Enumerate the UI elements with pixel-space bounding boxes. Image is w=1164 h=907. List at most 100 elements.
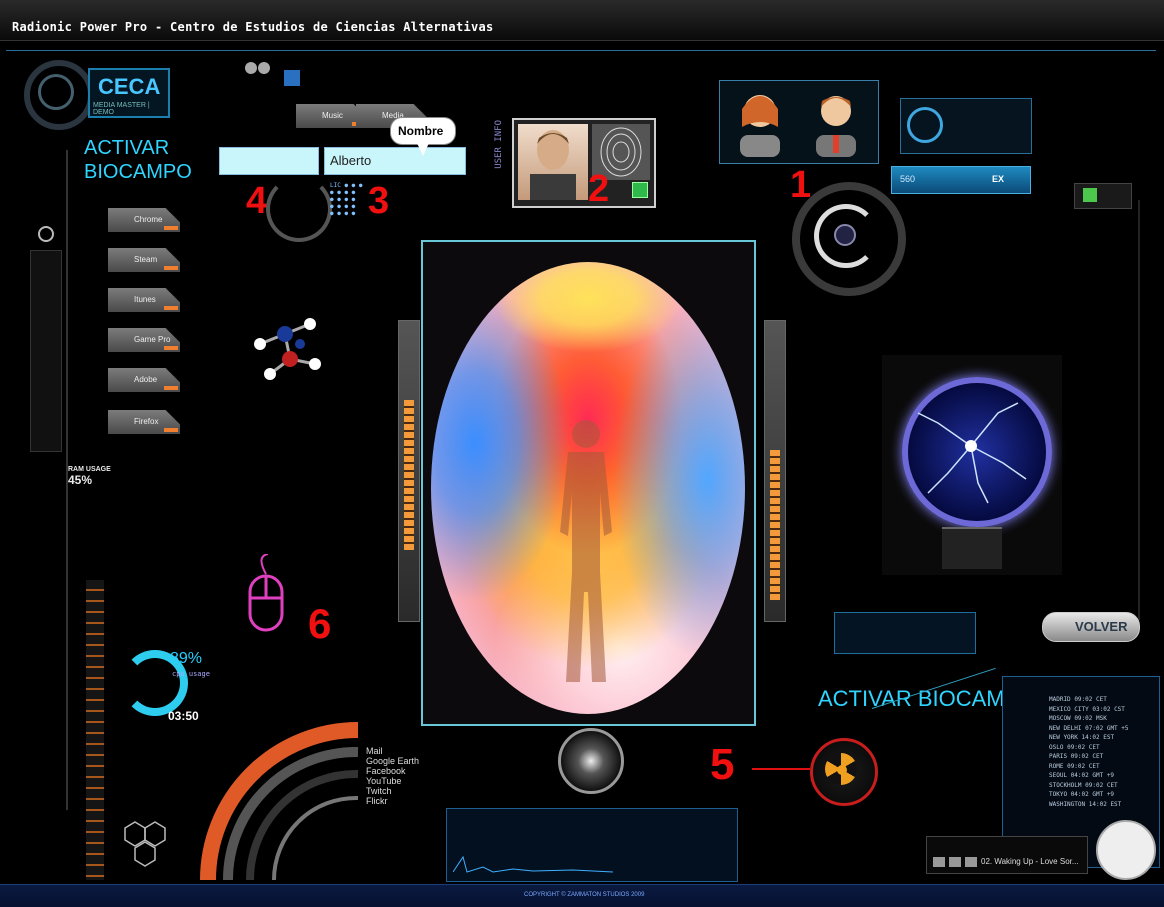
menu-item-label: Adobe bbox=[134, 375, 158, 384]
hexagon-icon bbox=[120, 820, 170, 870]
left-level-bars bbox=[404, 400, 414, 550]
radiation-button[interactable] bbox=[810, 738, 878, 806]
world-clock-row: MADRID 09:02 CET bbox=[1049, 696, 1107, 703]
menu-item-label: Firefox bbox=[134, 417, 159, 426]
plasma-ball-image bbox=[882, 355, 1062, 575]
ram-value: 45% bbox=[68, 473, 93, 487]
binoculars-icon[interactable] bbox=[244, 60, 272, 76]
world-clock-row: OSLO 09:02 CET bbox=[1049, 743, 1100, 751]
radar-center-icon bbox=[834, 224, 856, 246]
user-info-label: USER INFO bbox=[494, 120, 504, 169]
marker-2: 2 bbox=[588, 168, 610, 210]
world-clock-row: STOCKHOLM 09:02 CET bbox=[1049, 781, 1118, 789]
social-google-earth[interactable]: Google Earth bbox=[366, 756, 426, 766]
right-level-bars bbox=[770, 450, 780, 600]
activar-biocampo-button-top[interactable]: ACTIVAR BIOCAMPO bbox=[84, 136, 192, 184]
hud-left-rail bbox=[6, 150, 68, 810]
status-bar: COPYRIGHT © ZAMMATON STUDIOS 2009 bbox=[0, 884, 1164, 907]
logo-title: CECA bbox=[98, 74, 161, 99]
social-mail[interactable]: Mail bbox=[366, 746, 426, 756]
hud-top-line bbox=[6, 50, 1156, 51]
bridge-control-panel bbox=[30, 250, 62, 452]
speaker-icon[interactable] bbox=[558, 728, 624, 794]
human-silhouette bbox=[560, 420, 612, 682]
copyright-text: COPYRIGHT © ZAMMATON STUDIOS 2009 bbox=[524, 892, 645, 898]
mouse-icon bbox=[246, 553, 286, 634]
usage-bar[interactable]: 560 EX bbox=[891, 166, 1031, 194]
volver-button[interactable]: VOLVER bbox=[1042, 612, 1140, 642]
world-clock-row: TOKYO 04:02 GMT +9 bbox=[1049, 791, 1115, 798]
world-clock-row: ROME 09:02 CET bbox=[1049, 762, 1100, 770]
social-twitch[interactable]: Twitch bbox=[366, 786, 426, 796]
menu-item-label: Steam bbox=[134, 255, 158, 264]
world-clock-row: MOSCOW 09:02 MSK bbox=[1049, 715, 1107, 722]
marker-4: 4 bbox=[246, 180, 268, 222]
name-tooltip-text: Nombre bbox=[398, 124, 444, 138]
clock-readout: 03:50 bbox=[168, 709, 199, 723]
social-youtube[interactable]: YouTube bbox=[366, 776, 426, 786]
world-clock-list: MADRID 09:02 CET MEXICO CITY 03:02 CST M… bbox=[1049, 695, 1153, 809]
logo-subtitle: MEDIA MASTER | DEMO bbox=[93, 102, 150, 116]
usage-bar-unit: EX bbox=[992, 174, 1005, 184]
menu-item-chrome[interactable]: Chrome bbox=[108, 208, 180, 232]
ram-meter bbox=[86, 580, 104, 880]
menu-item-label: Game Pro bbox=[134, 335, 171, 344]
marker-3: 3 bbox=[368, 180, 390, 222]
ram-label: RAM USAGE bbox=[68, 466, 111, 473]
world-clock-row: PARIS 09:02 CET bbox=[1049, 753, 1104, 760]
world-clock-row: WASHINGTON 14:02 EST bbox=[1049, 800, 1122, 808]
volver-label: VOLVER bbox=[1075, 619, 1128, 634]
ram-usage: RAM USAGE 45% bbox=[68, 466, 111, 487]
menu-item-adobe[interactable]: Adobe bbox=[108, 368, 180, 392]
social-facebook[interactable]: Facebook bbox=[366, 766, 426, 776]
menu-item-label: Itunes bbox=[134, 295, 156, 304]
female-user-avatar[interactable] bbox=[730, 87, 790, 157]
user-photo-frame bbox=[512, 118, 656, 208]
world-clock-row: NEW YORK 14:02 EST bbox=[1049, 734, 1115, 741]
network-graph bbox=[453, 855, 613, 873]
network-panel bbox=[446, 808, 738, 882]
name-input-value: Alberto bbox=[330, 153, 372, 168]
molecule-icon bbox=[240, 304, 330, 384]
check-icon bbox=[1083, 188, 1097, 202]
next-track-icon[interactable] bbox=[965, 857, 977, 867]
menu-item-gamepro[interactable]: Game Pro bbox=[108, 328, 180, 352]
menu-item-steam[interactable]: Steam bbox=[108, 248, 180, 272]
prev-track-icon[interactable] bbox=[933, 857, 945, 867]
ceca-logo: CECA MEDIA MASTER | DEMO bbox=[88, 68, 170, 118]
hud-right-rail bbox=[1138, 200, 1140, 620]
social-flickr[interactable]: Flickr bbox=[366, 796, 426, 806]
world-clock-row: MEXICO CITY 03:02 CST bbox=[1049, 705, 1125, 713]
cpu-percent: 89% bbox=[170, 650, 203, 667]
plasma-ball bbox=[902, 377, 1052, 527]
world-clock-row: NEW DELHI 07:02 GMT +5 bbox=[1049, 724, 1129, 732]
storage-panel bbox=[900, 98, 1032, 154]
menu-item-itunes[interactable]: Itunes bbox=[108, 288, 180, 312]
disk-icon bbox=[907, 107, 943, 143]
play-pause-icon[interactable] bbox=[949, 857, 961, 867]
world-clock-row: SEOUL 04:02 GMT +9 bbox=[1049, 772, 1115, 779]
activar-line1: ACTIVAR bbox=[84, 137, 170, 159]
marker-6: 6 bbox=[308, 600, 332, 647]
dial-4 bbox=[266, 176, 332, 242]
tab-music-label: Music bbox=[322, 111, 343, 120]
main-window: Radionic Power Pro - Centro de Estudios … bbox=[0, 0, 1164, 907]
track-title: 02. Waking Up - Love Sor... bbox=[981, 857, 1079, 866]
aura-image-frame[interactable] bbox=[421, 240, 756, 726]
menu-item-firefox[interactable]: Firefox bbox=[108, 410, 180, 434]
social-launcher-list: Mail Google Earth Facebook YouTube Twitc… bbox=[366, 746, 426, 806]
window-title: Radionic Power Pro - Centro de Estudios … bbox=[12, 20, 494, 34]
confirm-toggle[interactable] bbox=[1074, 183, 1132, 209]
music-player: 02. Waking Up - Love Sor... bbox=[926, 836, 1088, 874]
system-stats-panel bbox=[834, 612, 976, 654]
plasma-base bbox=[942, 527, 1002, 569]
verify-icon[interactable] bbox=[632, 182, 648, 198]
top-left-dial-inner bbox=[38, 74, 74, 110]
usage-bar-value: 560 bbox=[900, 174, 916, 184]
app-icon[interactable] bbox=[284, 70, 300, 86]
user-select-box bbox=[719, 80, 879, 164]
male-user-avatar[interactable] bbox=[806, 87, 866, 157]
blank-input[interactable] bbox=[219, 147, 319, 175]
bridge-control-icon bbox=[38, 226, 54, 242]
name-input[interactable]: Alberto bbox=[324, 147, 466, 175]
